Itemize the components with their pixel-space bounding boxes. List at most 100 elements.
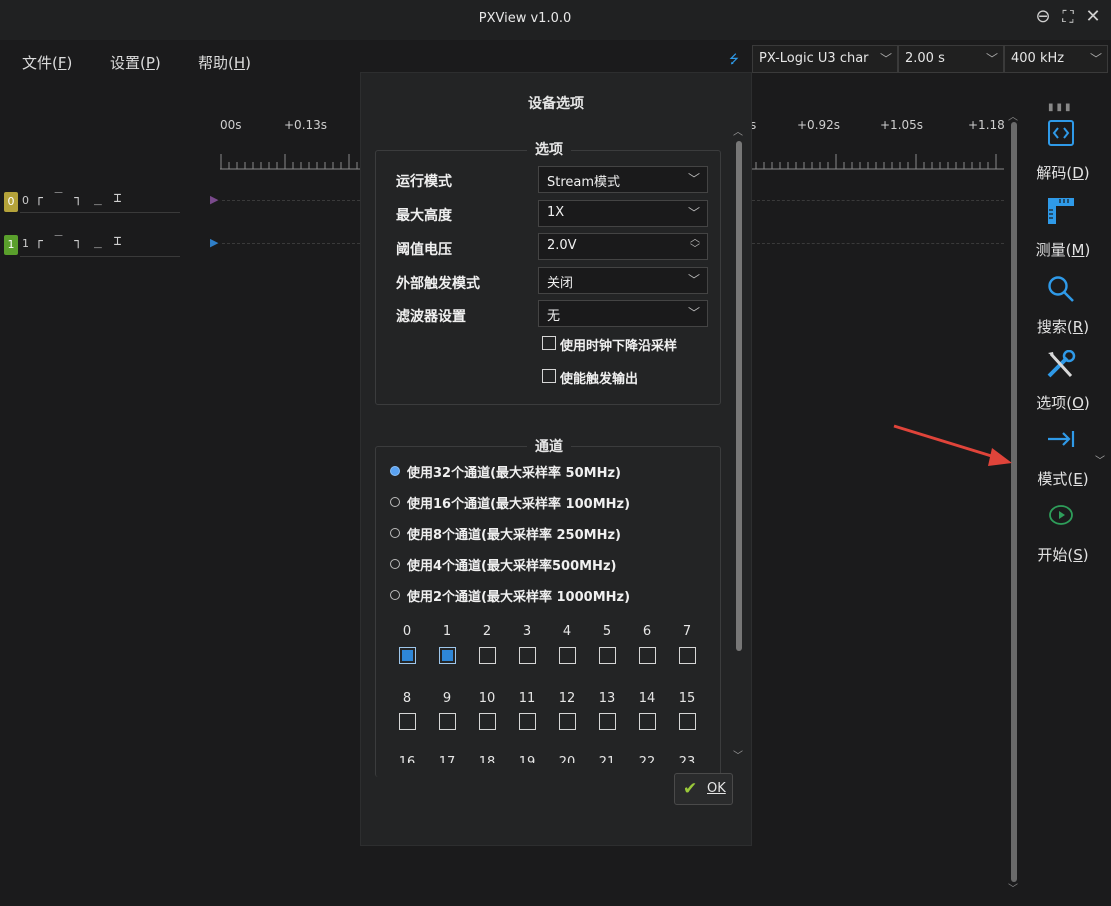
start-button[interactable]: 开始(S) (1027, 544, 1099, 565)
filter-select[interactable]: 无 ﹀ (538, 300, 708, 327)
ruler-tick: +1.05s (880, 118, 924, 132)
channel-index: 11 (518, 691, 536, 706)
channel-checkbox[interactable] (439, 647, 456, 664)
channel-checkbox[interactable] (399, 713, 416, 730)
channel-divider (20, 212, 180, 213)
channel-index: 3 (522, 624, 532, 639)
options-button[interactable]: 选项(O) (1027, 392, 1099, 413)
close-icon[interactable]: ✕ (1082, 6, 1104, 28)
trigger-marker-icon: ▶ (210, 236, 219, 249)
decode-button[interactable]: 解码(D) (1027, 162, 1099, 183)
menu-settings[interactable]: 设置(P) (110, 52, 161, 73)
channel-index: 14 (638, 691, 656, 706)
threshold-spinbox[interactable]: 2.0V ︿ ﹀ (538, 233, 708, 260)
options-group-title: 选项 (527, 139, 571, 159)
channel-checkbox[interactable] (479, 647, 496, 664)
play-icon[interactable] (1031, 504, 1091, 532)
search-icon[interactable] (1031, 274, 1091, 310)
ok-label: OK (707, 781, 726, 796)
channel-trace (752, 243, 1004, 244)
run-mode-select[interactable]: Stream模式 ﹀ (538, 166, 708, 193)
dialog-title: 设备选项 (528, 96, 584, 112)
mode-button[interactable]: 模式(E) (1027, 468, 1099, 489)
channel-mode-radio[interactable] (390, 590, 400, 600)
ruler-tick: +1.18 (968, 118, 1005, 132)
menu-help[interactable]: 帮助(H) (198, 52, 251, 73)
channel-checkbox[interactable] (559, 713, 576, 730)
channel-mode-label: 使用8个通道(最大采样率 250MHz) (407, 528, 621, 543)
channel-trace (222, 200, 360, 201)
duration-select[interactable]: 2.00 s ﹀ (898, 45, 1004, 73)
ruler-scale-left (220, 154, 360, 170)
channel-mode-label: 使用2个通道(最大采样率 1000MHz) (407, 590, 631, 605)
channel-number: 1 (22, 237, 29, 250)
channel-index: 7 (682, 624, 692, 639)
tools-icon[interactable] (1031, 349, 1091, 386)
mode-arrow-icon[interactable] (1031, 427, 1091, 457)
channel-index: 21 (598, 755, 616, 763)
usb-icon: ⭍ (729, 52, 739, 66)
channel-index: 19 (518, 755, 536, 763)
ruler-icon[interactable] (1031, 196, 1091, 232)
channel-mode-label: 使用32个通道(最大采样率 50MHz) (407, 466, 621, 481)
checkbox-label: 使用时钟下降沿采样 (560, 339, 678, 354)
channel-checkbox[interactable] (479, 713, 496, 730)
menu-file[interactable]: 文件(F) (22, 52, 72, 73)
channel-checkbox[interactable] (559, 647, 576, 664)
main-scrollbar[interactable]: ︿ ﹀ (1008, 108, 1020, 896)
channel-trace (222, 243, 360, 244)
dialog-scrollbar-thumb[interactable] (736, 141, 742, 651)
channels-group-title: 通道 (527, 436, 571, 456)
channel-badge[interactable]: 0 (4, 192, 18, 212)
channel-index: 13 (598, 691, 616, 706)
channel-checkbox[interactable] (439, 713, 456, 730)
channel-mode-label: 使用16个通道(最大采样率 100MHz) (407, 497, 631, 512)
channel-index: 15 (678, 691, 696, 706)
mode-dropdown-icon[interactable]: ﹀ (1095, 452, 1105, 467)
samplerate-select[interactable]: 400 kHz ﹀ (1004, 45, 1108, 73)
channel-waveform-icon: ┌ ‾ ┐ _ ⌶ (35, 234, 124, 249)
dialog-scrollbar[interactable]: ︿ ﹀ (733, 123, 745, 763)
ext-trigger-select[interactable]: 关闭 ﹀ (538, 267, 708, 294)
channel-checkbox[interactable] (519, 647, 536, 664)
channel-badge[interactable]: 1 (4, 235, 18, 255)
channel-trace (752, 200, 1004, 201)
channel-index: 5 (602, 624, 612, 639)
ok-button[interactable]: ✔ OK (674, 773, 733, 805)
max-height-select[interactable]: 1X ﹀ (538, 200, 708, 227)
channel-mode-radio[interactable] (390, 497, 400, 507)
channel-index: 12 (558, 691, 576, 706)
measure-button[interactable]: 测量(M) (1027, 239, 1099, 260)
channel-checkbox[interactable] (679, 713, 696, 730)
channel-mode-radio[interactable] (390, 466, 400, 476)
channel-checkbox[interactable] (399, 647, 416, 664)
falling-edge-checkbox[interactable] (542, 336, 556, 350)
ruler-scale-right (752, 154, 1004, 170)
channel-checkbox[interactable] (639, 647, 656, 664)
channel-checkbox[interactable] (639, 713, 656, 730)
device-options-dialog: 设备选项 选项 运行模式 Stream模式 ﹀ 最大高度 1X ﹀ 阈值电压 2.0… (360, 72, 752, 846)
channel-mode-radio[interactable] (390, 559, 400, 569)
channel-index: 2 (482, 624, 492, 639)
code-icon[interactable] (1031, 120, 1091, 152)
channel-index: 4 (562, 624, 572, 639)
channel-index: 18 (478, 755, 496, 763)
channel-mode-label: 使用4个通道(最大采样率500MHz) (407, 559, 617, 574)
channel-divider (20, 256, 180, 257)
channel-number: 0 (22, 194, 29, 207)
channel-index: 6 (642, 624, 652, 639)
maximize-icon[interactable]: ⛶ (1057, 6, 1079, 28)
channel-checkbox[interactable] (599, 713, 616, 730)
device-select[interactable]: PX-Logic U3 char ﹀ (752, 45, 898, 73)
channel-checkbox[interactable] (519, 713, 536, 730)
trigger-output-checkbox[interactable] (542, 369, 556, 383)
channel-checkbox[interactable] (599, 647, 616, 664)
channel-mode-radio[interactable] (390, 528, 400, 538)
search-button[interactable]: 搜索(R) (1027, 316, 1099, 337)
minimize-icon[interactable]: ⊖ (1032, 6, 1054, 28)
annotation-arrow-icon (893, 424, 1012, 466)
channel-index: 16 (398, 755, 416, 763)
channel-checkbox[interactable] (679, 647, 696, 664)
ruler-tick: 00s (220, 118, 242, 132)
clipped-channel-row: 16 17 18 19 20 21 22 23 (381, 753, 721, 763)
